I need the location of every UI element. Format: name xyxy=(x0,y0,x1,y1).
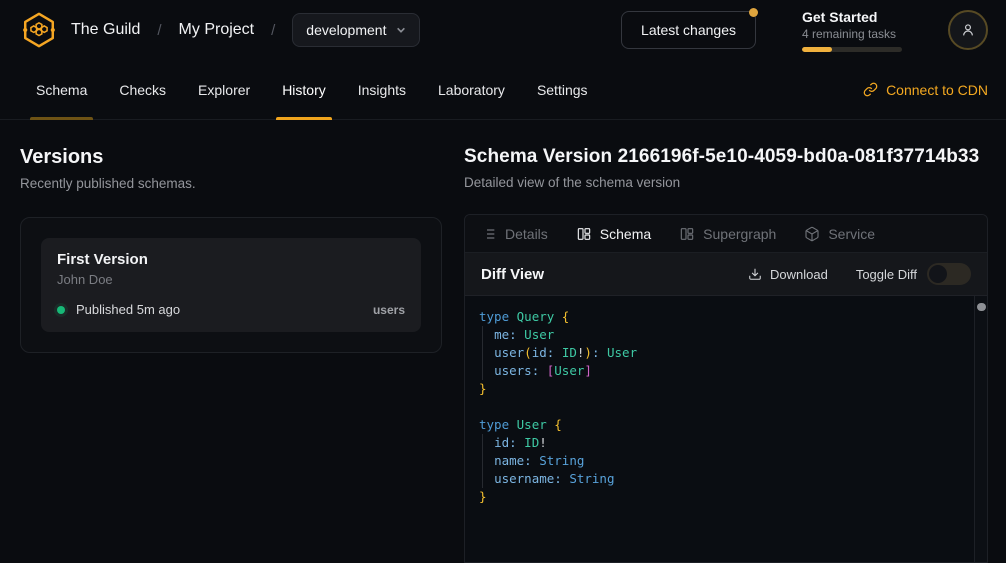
guild-logo-icon[interactable] xyxy=(20,11,58,49)
version-detail-subtitle: Detailed view of the schema version xyxy=(464,175,988,190)
nav-tab-history[interactable]: History xyxy=(266,60,342,119)
versions-title: Versions xyxy=(20,146,442,169)
target-select-value: development xyxy=(306,22,386,38)
versions-list: First Version John Doe Published 5m ago … xyxy=(20,217,442,353)
schema-code-viewer[interactable]: type Query { me: User user(id: ID!): Use… xyxy=(465,296,987,562)
breadcrumb: The Guild / My Project / development xyxy=(71,13,420,47)
latest-changes-label: Latest changes xyxy=(641,22,736,38)
version-list-item[interactable]: First Version John Doe Published 5m ago … xyxy=(41,238,421,332)
version-status: Published 5m ago xyxy=(76,302,180,317)
link-chain-icon xyxy=(863,82,878,97)
tab-underline xyxy=(30,117,93,120)
target-select[interactable]: development xyxy=(292,13,420,47)
tab-underline xyxy=(113,117,172,120)
notification-dot xyxy=(749,8,758,17)
tab-underline xyxy=(352,117,412,120)
tab-label: Supergraph xyxy=(703,226,776,242)
breadcrumb-org[interactable]: The Guild xyxy=(71,21,140,39)
published-dot-icon xyxy=(57,306,65,314)
nav-tab-laboratory[interactable]: Laboratory xyxy=(422,60,521,119)
download-button[interactable]: Download xyxy=(748,267,828,282)
versions-panel: Versions Recently published schemas. Fir… xyxy=(0,120,444,563)
tab-schema[interactable]: Schema xyxy=(576,226,651,242)
user-avatar[interactable] xyxy=(948,10,988,50)
nav-tab-label: Insights xyxy=(358,82,406,98)
nav-tab-settings[interactable]: Settings xyxy=(521,60,604,119)
version-detail-title: Schema Version 2166196f-5e10-4059-bd0a-0… xyxy=(464,146,988,168)
download-label: Download xyxy=(770,267,828,282)
breadcrumb-separator: / xyxy=(157,22,161,39)
toggle-diff-switch[interactable] xyxy=(927,263,971,285)
breadcrumb-project[interactable]: My Project xyxy=(179,21,255,39)
app-header: The Guild / My Project / development Lat… xyxy=(0,0,1006,60)
switch-knob xyxy=(929,265,947,283)
versions-subtitle: Recently published schemas. xyxy=(20,176,442,191)
tab-supergraph[interactable]: Supergraph xyxy=(679,226,776,242)
version-detail-box: Details Schema Supergr xyxy=(464,214,988,563)
version-status-row: Published 5m ago users xyxy=(57,302,405,317)
tab-service[interactable]: Service xyxy=(804,226,875,242)
diff-view-header: Diff View Download Toggle Diff xyxy=(465,253,987,296)
nav-tab-label: Explorer xyxy=(198,82,250,98)
nav-tab-label: Settings xyxy=(537,82,588,98)
tab-label: Schema xyxy=(600,226,651,242)
tab-underline xyxy=(432,117,511,120)
service-badge: users xyxy=(373,303,405,317)
code-block: type Query { me: User user(id: ID!): Use… xyxy=(479,308,967,506)
list-icon xyxy=(481,226,497,242)
tab-label: Details xyxy=(505,226,548,242)
diff-actions: Download Toggle Diff xyxy=(748,263,971,285)
person-icon xyxy=(960,22,976,38)
page-nav: Schema Checks Explorer History Insights … xyxy=(0,60,1006,120)
tab-underline xyxy=(192,117,256,120)
get-started-title: Get Started xyxy=(802,8,902,26)
nav-tab-label: History xyxy=(282,82,326,98)
toggle-diff-label: Toggle Diff xyxy=(856,267,917,282)
split-panels-icon xyxy=(679,226,695,242)
progress-fill xyxy=(802,47,832,52)
tab-label: Service xyxy=(828,226,875,242)
version-detail-panel: Schema Version 2166196f-5e10-4059-bd0a-0… xyxy=(444,120,1006,563)
get-started-subtitle: 4 remaining tasks xyxy=(802,26,902,42)
scrollbar-thumb[interactable] xyxy=(977,303,986,311)
nav-tab-label: Checks xyxy=(119,82,166,98)
latest-changes-button[interactable]: Latest changes xyxy=(621,11,756,49)
box-icon xyxy=(804,226,820,242)
nav-tab-insights[interactable]: Insights xyxy=(342,60,422,119)
detail-tabs: Details Schema Supergr xyxy=(465,215,987,253)
nav-tab-schema[interactable]: Schema xyxy=(20,60,103,119)
tab-underline xyxy=(276,117,332,120)
version-author: John Doe xyxy=(57,272,405,287)
get-started-progress xyxy=(802,47,902,52)
nav-tab-checks[interactable]: Checks xyxy=(103,60,182,119)
split-panels-icon xyxy=(576,226,592,242)
chevron-down-icon xyxy=(396,25,406,35)
nav-tab-label: Laboratory xyxy=(438,82,505,98)
get-started-widget[interactable]: Get Started 4 remaining tasks xyxy=(802,8,902,52)
breadcrumb-separator: / xyxy=(271,22,275,39)
nav-tab-label: Schema xyxy=(36,82,87,98)
nav-tab-explorer[interactable]: Explorer xyxy=(182,60,266,119)
version-name: First Version xyxy=(57,251,405,268)
toggle-diff-control: Toggle Diff xyxy=(856,263,971,285)
code-scrollbar[interactable] xyxy=(974,296,987,562)
tab-details[interactable]: Details xyxy=(481,226,548,242)
tab-underline xyxy=(531,117,594,120)
indent-guide xyxy=(482,326,483,380)
diff-view-title: Diff View xyxy=(481,266,544,283)
download-icon xyxy=(748,267,762,281)
main-content: Versions Recently published schemas. Fir… xyxy=(0,120,1006,563)
indent-guide xyxy=(482,434,483,488)
connect-to-cdn-button[interactable]: Connect to CDN xyxy=(863,60,988,119)
header-actions: Latest changes Get Started 4 remaining t… xyxy=(621,8,988,52)
cdn-link-label: Connect to CDN xyxy=(886,82,988,98)
